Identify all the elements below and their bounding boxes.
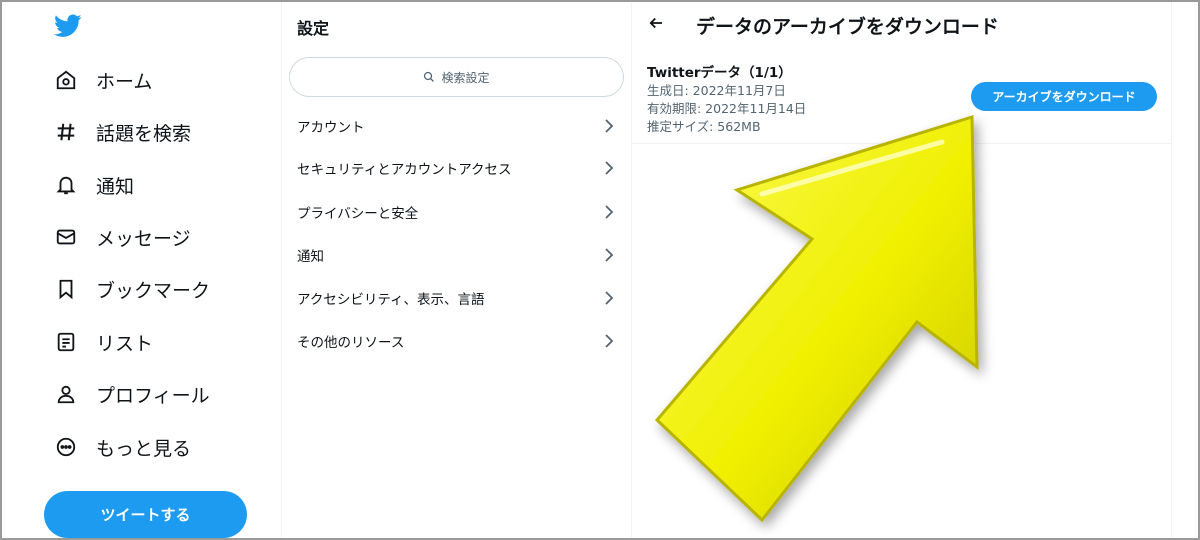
chevron-right-icon — [605, 334, 614, 348]
settings-column: 設定 検索設定 アカウント セキュリティとアカウントアクセス プライバシーと安全… — [282, 2, 632, 538]
settings-item-label: アクセシビリティ、表示、言語 — [297, 292, 485, 308]
settings-title: 設定 — [297, 19, 330, 38]
chevron-right-icon — [605, 161, 614, 175]
settings-item-label: セキュリティとアカウントアクセス — [297, 162, 512, 178]
settings-item-security[interactable]: セキュリティとアカウントアクセス — [282, 148, 632, 188]
settings-search-input[interactable]: 検索設定 — [289, 57, 624, 97]
nav-home-label: ホーム — [96, 70, 153, 93]
settings-item-label: その他のリソース — [297, 335, 405, 351]
settings-item-privacy[interactable]: プライバシーと安全 — [282, 192, 632, 232]
more-circle-icon — [54, 435, 78, 459]
settings-item-notifications[interactable]: 通知 — [282, 235, 632, 275]
list-icon — [54, 330, 78, 354]
hashtag-icon — [54, 120, 78, 144]
app-window: ホーム 話題を検索 通知 メッセージ ブックマーク リスト プロフィール もっと… — [0, 0, 1200, 540]
settings-item-label: 通知 — [297, 249, 324, 265]
bookmark-icon — [54, 277, 78, 301]
yellow-pointer-arrow-icon — [654, 114, 979, 523]
nav-more[interactable]: もっと見る — [54, 432, 191, 462]
nav-notifications[interactable]: 通知 — [54, 170, 134, 200]
nav-messages-label: メッセージ — [96, 227, 191, 250]
nav-lists-label: リスト — [96, 332, 154, 355]
settings-item-label: プライバシーと安全 — [297, 206, 419, 222]
twitter-logo-icon[interactable] — [54, 14, 82, 38]
back-arrow-icon[interactable] — [647, 14, 665, 32]
search-icon — [424, 71, 435, 82]
bell-icon — [54, 173, 78, 197]
archive-created-date: 生成日: 2022年11月7日 — [647, 83, 786, 98]
settings-item-resources[interactable]: その他のリソース — [282, 321, 632, 361]
nav-bookmarks-label: ブックマーク — [96, 279, 211, 302]
chevron-right-icon — [605, 291, 614, 305]
nav-messages[interactable]: メッセージ — [54, 222, 191, 252]
nav-home[interactable]: ホーム — [54, 65, 152, 95]
nav-profile-label: プロフィール — [96, 384, 210, 407]
nav-lists[interactable]: リスト — [54, 327, 153, 357]
page-title: データのアーカイブをダウンロード — [696, 16, 999, 38]
tweet-button[interactable]: ツイートする — [44, 491, 247, 538]
settings-item-accessibility[interactable]: アクセシビリティ、表示、言語 — [282, 278, 632, 318]
nav-explore-label: 話題を検索 — [96, 122, 192, 145]
nav-profile[interactable]: プロフィール — [54, 379, 210, 409]
left-navigation: ホーム 話題を検索 通知 メッセージ ブックマーク リスト プロフィール もっと… — [2, 2, 282, 538]
settings-item-account[interactable]: アカウント — [282, 106, 632, 146]
nav-explore[interactable]: 話題を検索 — [54, 117, 191, 147]
person-icon — [54, 382, 78, 406]
settings-item-label: アカウント — [297, 120, 365, 136]
envelope-icon — [54, 225, 78, 249]
chevron-right-icon — [605, 205, 614, 219]
chevron-right-icon — [605, 248, 614, 262]
search-placeholder: 検索設定 — [441, 70, 490, 85]
chevron-right-icon — [605, 119, 614, 133]
nav-bookmarks[interactable]: ブックマーク — [54, 274, 210, 304]
home-icon — [54, 68, 78, 92]
archive-name: Twitterデータ（1/1） — [647, 65, 792, 81]
nav-notifications-label: 通知 — [96, 175, 135, 198]
nav-more-label: もっと見る — [96, 437, 192, 460]
